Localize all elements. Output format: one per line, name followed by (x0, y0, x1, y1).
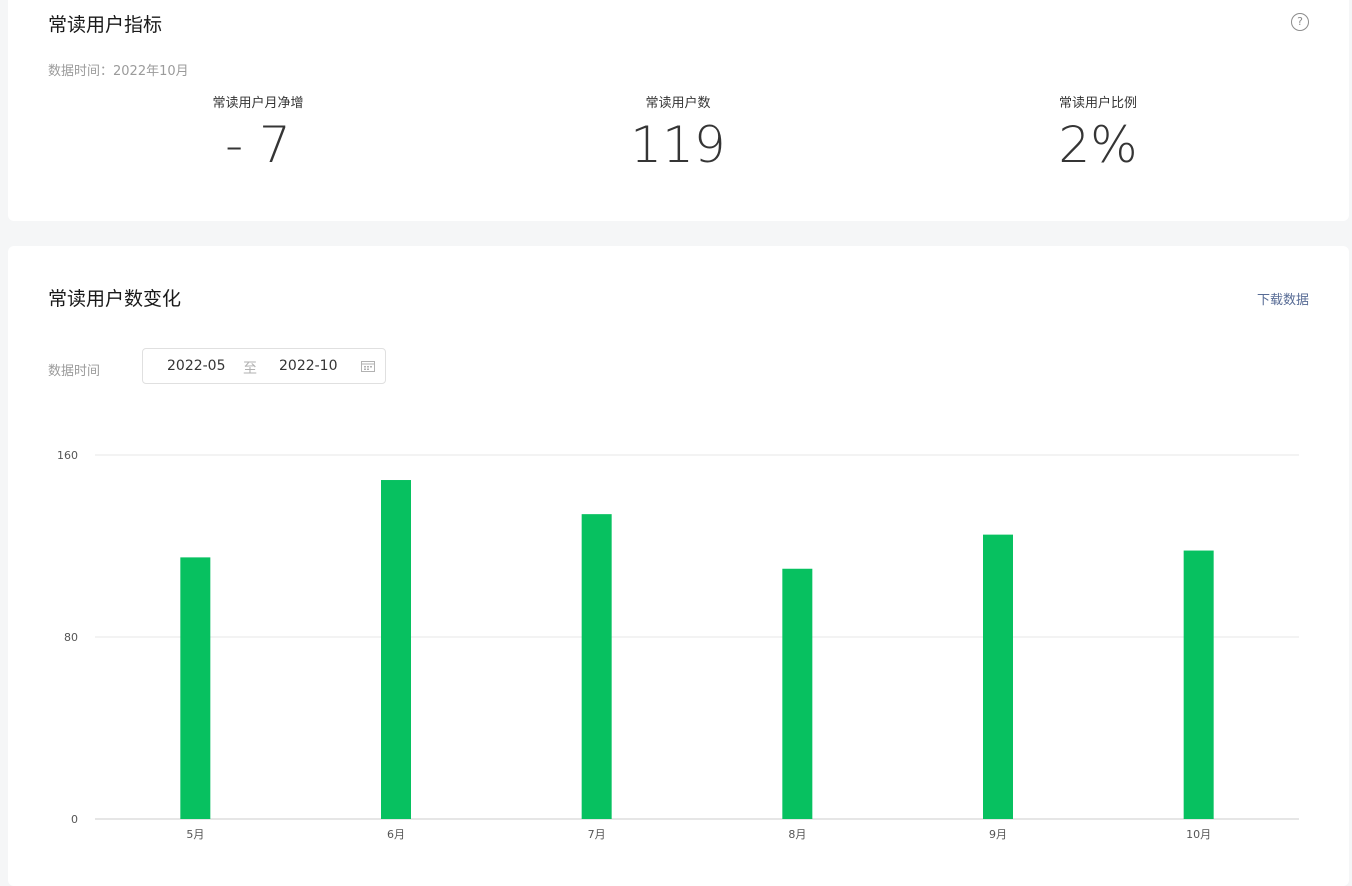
bar-6 (1183, 550, 1214, 819)
metric-user-ratio: 常读用户比例 2% (948, 94, 1248, 173)
x-tick-label: 10月 (1186, 828, 1211, 841)
y-tick-label: 0 (71, 813, 78, 826)
chart-card: 常读用户数变化 下载数据 数据时间 2022-05 至 2022-10 0 80 1… (8, 246, 1349, 886)
x-tick-label: 6月 (387, 828, 405, 841)
metric-label: 常读用户数 (645, 96, 711, 111)
bar-5 (983, 534, 1013, 819)
metrics-title: 常读用户指标 (48, 14, 163, 36)
x-tick-label: 8月 (788, 828, 806, 841)
metric-label: 常读用户比例 (1058, 96, 1137, 111)
y-tick-label: 160 (57, 449, 78, 462)
x-tick-label: 9月 (989, 828, 1007, 841)
x-tick-label: 7月 (588, 828, 606, 841)
help-icon[interactable]: ? (1291, 13, 1309, 31)
data-time: 数据时间：2022年10月 (48, 64, 189, 79)
bar-1 (180, 557, 211, 819)
bar-4 (782, 568, 813, 819)
metric-net-increase: 常读用户月净增 - 7 (108, 94, 408, 173)
x-tick-label: 5月 (186, 828, 204, 841)
metrics-card: 常读用户指标 ? 数据时间：2022年10月 常读用户月净增 - 7 常读用户数… (8, 0, 1349, 221)
bar-3 (581, 514, 612, 819)
bar-2 (381, 480, 411, 819)
metric-value: - 7 (225, 116, 291, 174)
metric-label: 常读用户月净增 (212, 96, 304, 111)
y-tick-label: 80 (64, 631, 78, 644)
user-count-bar-chart: 0 80 160 5月 6月 7月 8月 9月 10月 (57, 449, 1299, 841)
metric-value: 119 (630, 116, 726, 174)
metric-value: 2% (1058, 116, 1138, 174)
metric-user-count: 常读用户数 119 (528, 94, 828, 173)
